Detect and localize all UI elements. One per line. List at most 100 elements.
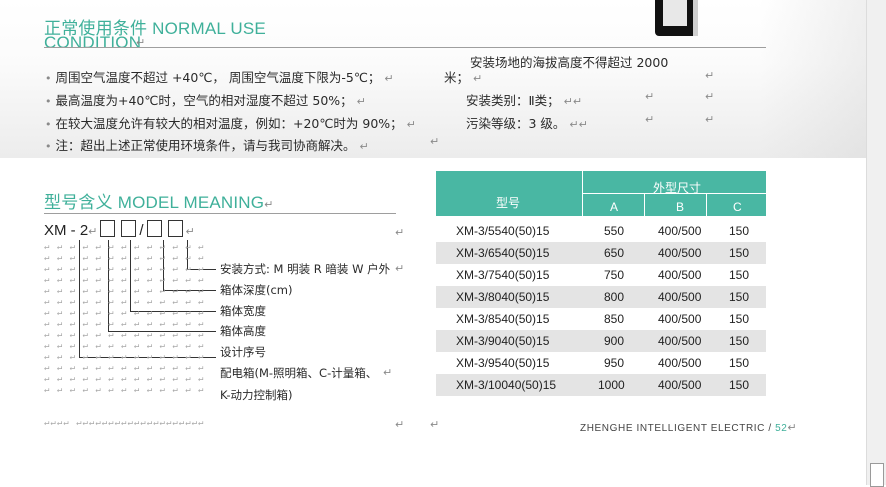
footer-page-number: 52 <box>775 423 788 434</box>
return-mark: ↵ <box>430 418 440 431</box>
cell-c: 150 <box>729 290 750 304</box>
return-mark: ↵↵ <box>563 95 583 108</box>
label-box-width: 箱体宽度 <box>220 304 266 318</box>
vertical-scrollbar[interactable] <box>866 0 886 485</box>
cell-model: XM-3/10040(50)15 <box>456 378 557 392</box>
return-mark: ↵ <box>406 118 416 131</box>
cell-model: XM-3/5540(50)15 <box>456 224 550 238</box>
table-row: XM-3/6540(50)15 650 400/500 150 <box>436 242 766 264</box>
cell-c: 150 <box>729 378 750 392</box>
model-slash: / <box>139 222 144 239</box>
model-code-line: XM - 2↵ / ↵ <box>44 220 195 239</box>
bullet-icon: • <box>45 118 52 131</box>
section1-rule <box>44 47 766 48</box>
return-mark: ↵ <box>705 90 715 103</box>
cell-b: 400/500 <box>658 312 702 326</box>
table-row: XM-3/7540(50)15 750 400/500 150 <box>436 264 766 286</box>
section2-rule <box>44 213 396 214</box>
model-box-4 <box>167 220 183 237</box>
th-col-b: B <box>676 200 685 214</box>
cell-a: 650 <box>604 246 625 260</box>
return-mark: ↵ <box>359 140 369 153</box>
return-mark: ↵ <box>705 113 715 126</box>
cell-b: 400/500 <box>658 356 702 370</box>
model-prefix: XM - 2 <box>44 222 89 239</box>
footer: ZHENGHE INTELLIGENT ELECTRIC / 52↵ <box>580 421 797 434</box>
table-row: XM-3/8040(50)15 800 400/500 150 <box>436 286 766 308</box>
table-row: XM-3/5540(50)15 550 400/500 150 <box>436 220 766 242</box>
footer-company: ZHENGHE INTELLIGENT ELECTRIC / <box>580 423 772 434</box>
label-design-serial: 设计序号 <box>220 345 266 359</box>
cell-b: 400/500 <box>658 268 702 282</box>
cell-c: 150 <box>729 312 750 326</box>
model-box-3 <box>146 220 162 237</box>
cell-a: 750 <box>604 268 625 282</box>
label-distribution-box-1: 配电箱(M-照明箱、C-计量箱、 <box>220 366 378 380</box>
label-box-height: 箱体高度 <box>220 324 266 338</box>
return-mark: ↵ <box>787 422 798 434</box>
cell-a: 800 <box>604 290 625 304</box>
section-title-model-meaning: 型号含义 MODEL MEANING↵ <box>44 188 274 213</box>
table-row: XM-3/10040(50)15 1000 400/500 150 <box>436 374 766 396</box>
condition-item-2-text: 最高温度为+40℃时，空气的相对湿度不超过 50%； <box>55 93 353 108</box>
cell-c: 150 <box>729 268 750 282</box>
cell-c: 150 <box>729 224 750 238</box>
product-photo-corner <box>655 0 698 36</box>
section-title-model-meaning-text: 型号含义 MODEL MEANING <box>44 193 265 212</box>
bullet-icon: • <box>45 95 52 108</box>
condition-item-4: • 注：超出上述正常使用环境条件，请与我司协商解决。 ↵ <box>45 135 369 154</box>
return-mark: ↵ <box>430 135 440 148</box>
cell-a: 1000 <box>598 378 625 392</box>
condition-item-3: • 在较大温度允许有较大的相对温度，例如：+20℃时为 90%； ↵ <box>45 113 416 132</box>
model-box-2 <box>121 220 137 237</box>
label-distribution-box-2: K-动力控制箱) <box>220 388 293 402</box>
cell-model: XM-3/6540(50)15 <box>456 246 550 260</box>
cell-b: 400/500 <box>658 224 702 238</box>
cell-c: 150 <box>729 356 750 370</box>
return-mark: ↵ <box>395 226 405 239</box>
cell-a: 550 <box>604 224 625 238</box>
return-mark: ↵ <box>395 418 405 431</box>
return-mark: ↵ <box>705 69 715 82</box>
table-row: XM-3/9040(50)15 900 400/500 150 <box>436 330 766 352</box>
return-mark: ↵ <box>356 95 366 108</box>
scrollbar-thumb[interactable] <box>870 463 884 487</box>
cell-b: 400/500 <box>658 246 702 260</box>
cell-model: XM-3/9540(50)15 <box>456 356 550 370</box>
cell-model: XM-3/9040(50)15 <box>456 334 550 348</box>
condition-right-2: 安装类别：Ⅱ类； ↵↵ <box>466 90 582 109</box>
model-box-1 <box>100 220 116 237</box>
section-title-normal-use-line2: CONDITION <box>44 33 142 52</box>
label-install-method: 安装方式: M 明装 R 暗装 W 户外 <box>220 262 391 276</box>
cell-b: 400/500 <box>658 334 702 348</box>
cell-a: 950 <box>604 356 625 370</box>
return-mark: ↵ <box>383 366 393 379</box>
label-box-depth: 箱体深度(cm) <box>220 283 293 297</box>
condition-item-3-text: 在较大温度允许有较大的相对温度，例如：+20℃时为 90%； <box>55 116 403 131</box>
bullet-icon: • <box>45 72 52 85</box>
table-row: XM-3/8540(50)15 850 400/500 150 <box>436 308 766 330</box>
cell-b: 400/500 <box>658 290 702 304</box>
condition-item-1-text: 周围空气温度不超过 +40℃， 周围空气温度下限为-5℃； <box>55 70 381 85</box>
condition-right-1a: 安装场地的海拔高度不得超过 2000 <box>470 55 669 70</box>
condition-right-1b: 米； ↵ <box>444 67 482 86</box>
return-mark: ↵ <box>88 226 98 238</box>
photo-shadow <box>760 0 866 158</box>
return-mark: ↵ <box>645 90 655 103</box>
condition-item-4-text: 注：超出上述正常使用环境条件，请与我司协商解决。 <box>55 138 356 153</box>
cell-c: 150 <box>729 334 750 348</box>
return-mark: ↵↵ <box>569 118 588 131</box>
table-row: XM-3/9540(50)15 950 400/500 150 <box>436 352 766 374</box>
condition-item-1: • 周围空气温度不超过 +40℃， 周围空气温度下限为-5℃； ↵ <box>45 67 394 86</box>
th-col-c: C <box>733 200 742 214</box>
return-mark: ↵ <box>185 226 195 238</box>
cell-a: 900 <box>604 334 625 348</box>
th-col-a: A <box>610 200 619 214</box>
condition-right-3-text: 污染等级：3 级。 <box>466 116 566 131</box>
cell-model: XM-3/8540(50)15 <box>456 312 550 326</box>
cell-model: XM-3/8040(50)15 <box>456 290 550 304</box>
format-marks-grid: ↵ ↵ ↵ ↵ ↵ ↵ ↵ ↵ ↵ ↵ ↵ ↵ ↵ ↵ ↵ ↵ ↵ ↵ ↵ ↵ … <box>44 242 205 395</box>
cell-c: 150 <box>729 246 750 260</box>
cell-a: 850 <box>604 312 625 326</box>
th-model: 型号 <box>496 196 521 210</box>
